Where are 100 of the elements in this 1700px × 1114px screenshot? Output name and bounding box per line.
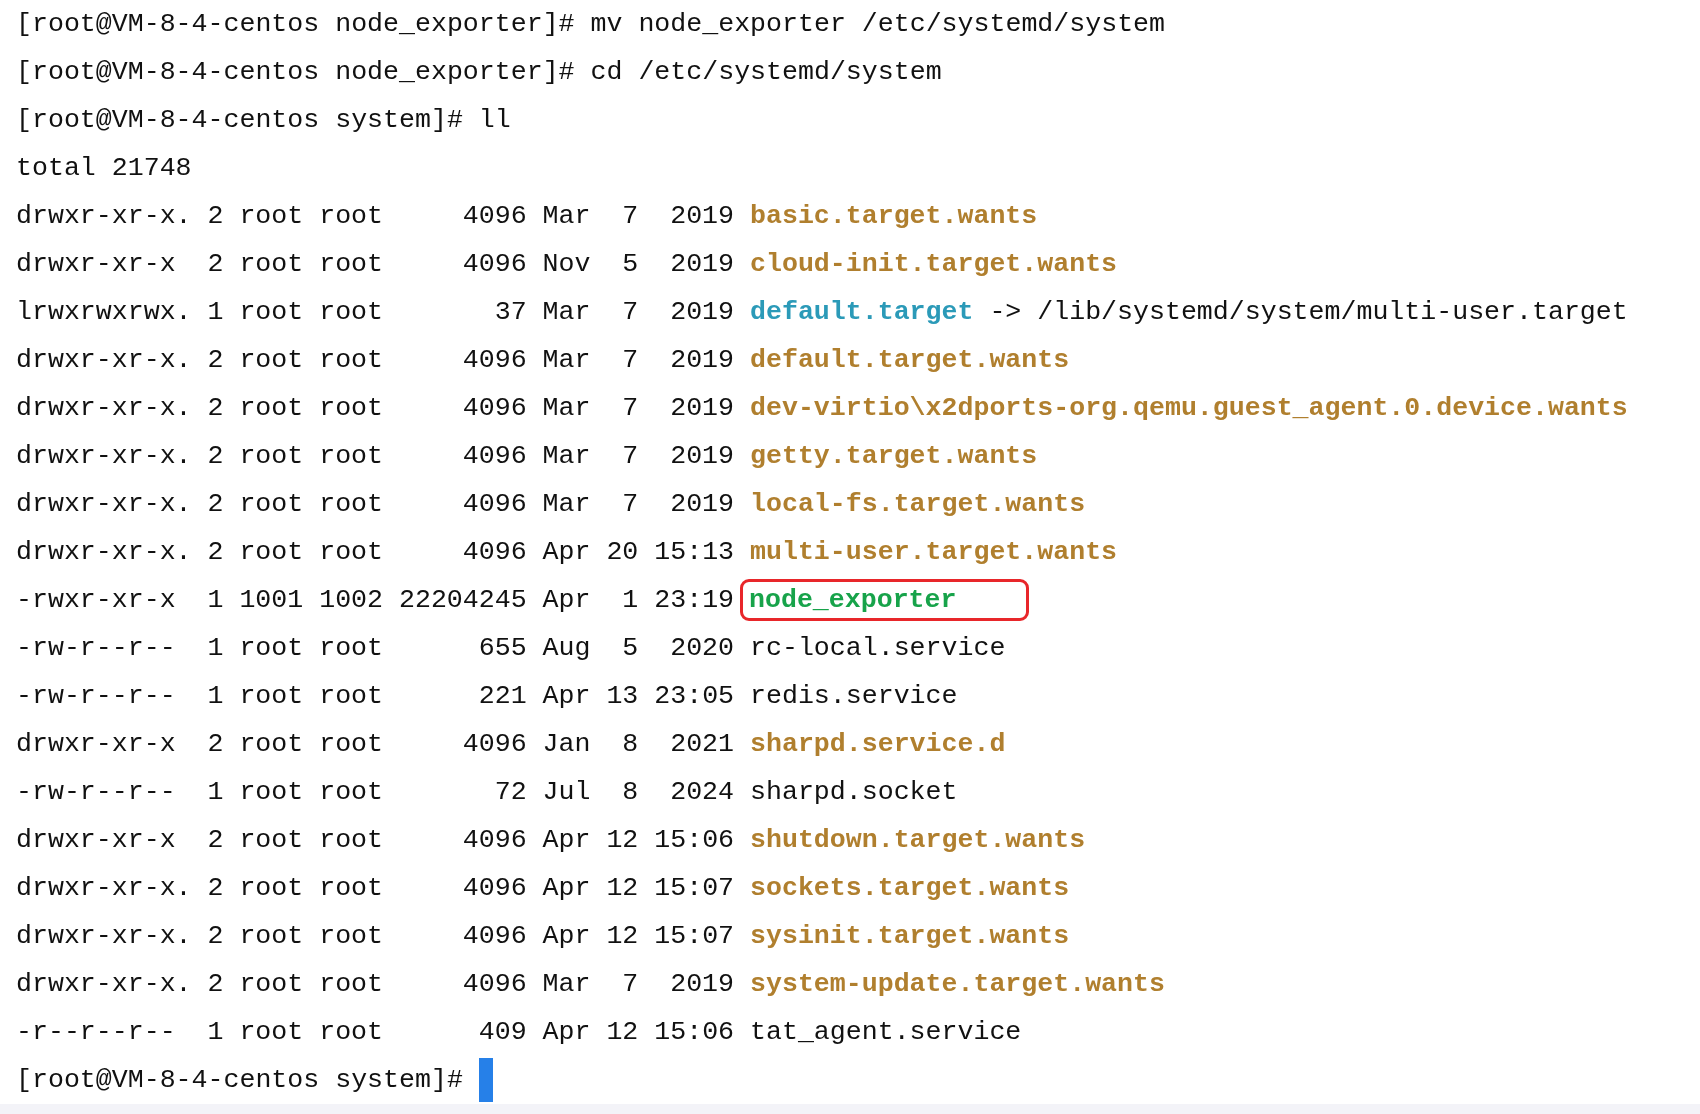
file-month: Apr — [542, 536, 591, 569]
file-month: Aug — [542, 632, 591, 665]
command-text: ll — [478, 104, 511, 137]
file-month: Nov — [542, 248, 591, 281]
link-count: 2 — [207, 872, 224, 905]
link-count: 2 — [207, 248, 224, 281]
file-permissions: drwxr-xr-x — [16, 824, 177, 857]
link-count: 2 — [207, 344, 224, 377]
symlink-target: /lib/systemd/system/multi-user.target — [1037, 296, 1628, 329]
file-day: 12 — [606, 870, 639, 906]
shell-prompt: [root@VM-8-4-centos node_exporter]# — [16, 8, 575, 41]
file-size: 4096 — [461, 440, 527, 473]
file-permissions: drwxr-xr-x. — [16, 344, 192, 377]
file-name: shutdown.target.wants — [750, 824, 1086, 857]
file-name: system-update.target.wants — [750, 968, 1165, 1001]
link-count: 2 — [207, 392, 224, 425]
shell-prompt: [root@VM-8-4-centos system]# — [16, 104, 463, 137]
file-owner: root — [239, 344, 304, 377]
file-time: 2020 — [669, 632, 735, 665]
file-size: 409 — [477, 1016, 527, 1049]
file-day: 7 — [606, 342, 639, 378]
file-month: Mar — [542, 200, 591, 233]
file-month: Mar — [542, 440, 591, 473]
file-time: 23:05 — [654, 680, 735, 713]
file-month: Jul — [542, 776, 591, 809]
file-month: Mar — [542, 344, 591, 377]
file-name: dev-virtio\x2dports-org.qemu.guest_agent.0.device.wants — [750, 392, 1628, 425]
file-day: 5 — [606, 246, 639, 282]
file-group: root — [319, 246, 383, 282]
file-time: 2019 — [669, 392, 735, 425]
file-permissions: drwxr-xr-x — [16, 248, 177, 281]
file-size: 4096 — [461, 872, 527, 905]
link-count: 2 — [207, 920, 224, 953]
file-group: root — [319, 630, 383, 666]
file-size: 4096 — [461, 920, 527, 953]
file-time: 2019 — [669, 344, 735, 377]
output-text: total 21748 — [16, 152, 192, 185]
file-month: Apr — [542, 1016, 591, 1049]
file-name: node_exporter — [743, 582, 1027, 618]
file-group: root — [319, 726, 383, 762]
file-time: 2019 — [669, 248, 735, 281]
file-owner: 1001 — [239, 584, 304, 617]
file-day: 12 — [606, 1014, 639, 1050]
file-name: local-fs.target.wants — [750, 488, 1086, 521]
file-owner: root — [239, 824, 304, 857]
file-group: root — [319, 870, 383, 906]
file-month: Apr — [542, 872, 591, 905]
file-month: Apr — [542, 920, 591, 953]
file-name: sharpd.socket — [750, 776, 958, 809]
file-day: 13 — [606, 678, 639, 714]
link-count: 2 — [207, 728, 224, 761]
file-group: root — [319, 342, 383, 378]
file-group: root — [319, 198, 383, 234]
file-size: 4096 — [461, 536, 527, 569]
link-count: 1 — [207, 632, 224, 665]
file-size: 655 — [477, 632, 527, 665]
file-name: sockets.target.wants — [750, 872, 1070, 905]
shell-prompt: [root@VM-8-4-centos system]# — [16, 1064, 463, 1097]
file-permissions: drwxr-xr-x. — [16, 488, 192, 521]
file-group: root — [319, 918, 383, 954]
file-group: root — [319, 486, 383, 522]
file-size: 4096 — [461, 392, 527, 425]
link-count: 1 — [207, 296, 224, 329]
file-owner: root — [239, 248, 304, 281]
file-owner: root — [239, 1016, 304, 1049]
file-size: 221 — [477, 680, 527, 713]
file-name: multi-user.target.wants — [750, 536, 1118, 569]
file-time: 2019 — [669, 296, 735, 329]
file-size: 4096 — [461, 488, 527, 521]
file-day: 5 — [606, 630, 639, 666]
file-day: 8 — [606, 726, 639, 762]
file-permissions: drwxr-xr-x. — [16, 968, 192, 1001]
file-permissions: drwxr-xr-x. — [16, 536, 192, 569]
file-group: root — [319, 822, 383, 858]
file-size: 4096 — [461, 824, 527, 857]
link-count: 2 — [207, 968, 224, 1001]
file-time: 23:19 — [654, 584, 735, 617]
file-day: 12 — [606, 918, 639, 954]
file-name: default.target — [750, 296, 974, 329]
file-permissions: -rw-r--r-- — [16, 776, 177, 809]
file-size: 4096 — [461, 344, 527, 377]
link-count: 1 — [207, 680, 224, 713]
symlink-arrow: -> — [989, 296, 1022, 329]
shell-prompt: [root@VM-8-4-centos node_exporter]# — [16, 56, 575, 89]
file-month: Mar — [542, 968, 591, 1001]
link-count: 2 — [207, 824, 224, 857]
file-day: 7 — [606, 198, 639, 234]
file-month: Mar — [542, 296, 591, 329]
file-owner: root — [239, 440, 304, 473]
file-size: 4096 — [461, 248, 527, 281]
link-count: 2 — [207, 440, 224, 473]
file-month: Mar — [542, 392, 591, 425]
file-day: 8 — [606, 774, 639, 810]
file-size: 4096 — [461, 728, 527, 761]
link-count: 2 — [207, 488, 224, 521]
file-time: 15:07 — [654, 872, 735, 905]
file-permissions: lrwxrwxrwx. — [16, 296, 192, 329]
file-day: 7 — [606, 390, 639, 426]
file-group: root — [319, 534, 383, 570]
file-group: root — [319, 678, 383, 714]
